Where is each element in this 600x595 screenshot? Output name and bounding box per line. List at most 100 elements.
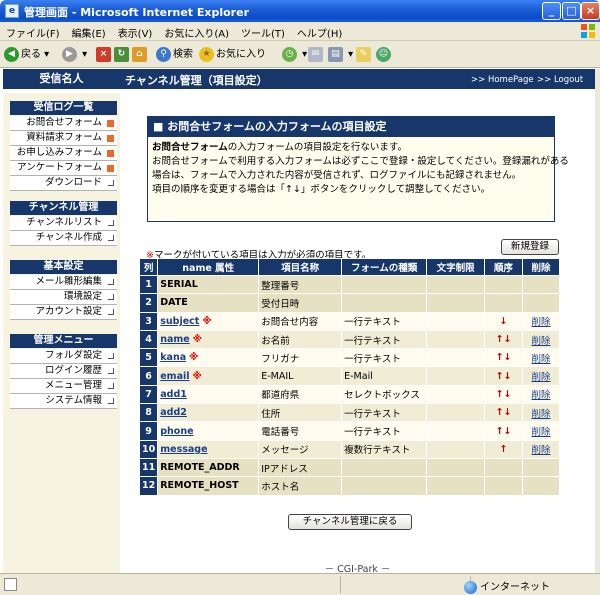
sidebar-section-title: 基本設定 xyxy=(10,260,117,274)
sidebar-item[interactable]: メニュー管理 xyxy=(10,379,117,394)
sidebar-item[interactable]: チャンネルリスト xyxy=(10,216,117,231)
page-status-icon xyxy=(4,578,17,591)
sidebar-item[interactable]: フォルダ設定 xyxy=(10,349,117,364)
delete-link[interactable]: 削除 xyxy=(531,390,550,401)
char-limit-cell xyxy=(426,457,486,478)
delete-link[interactable]: 削除 xyxy=(531,354,550,365)
field-name-link[interactable]: phone xyxy=(160,426,193,437)
required-mark: ※ xyxy=(189,352,199,364)
order-arrows[interactable]: ↑↓ xyxy=(484,421,523,441)
menu-view[interactable]: 表示(V) xyxy=(112,22,159,40)
sidebar-item[interactable]: ログイン履歴 xyxy=(10,364,117,379)
menu-file[interactable]: ファイル(F) xyxy=(0,22,66,40)
delete-link[interactable]: 削除 xyxy=(531,427,550,438)
row-number: 5 xyxy=(138,348,159,368)
order-arrows xyxy=(484,457,523,478)
sidebar-section: 基本設定メール雛形編集環境設定 アカウント設定 xyxy=(10,260,117,320)
items-table: 列 name 属性 項目名称 フォームの種類 文字制限 順序 削除 1 SERIA… xyxy=(138,258,560,496)
home-button[interactable]: ⌂ xyxy=(132,45,149,64)
sidebar-header: 受信名人 xyxy=(3,69,120,89)
edit-button[interactable]: ✎ xyxy=(356,45,373,64)
ie-app-icon: e xyxy=(5,4,19,18)
delete-link[interactable]: 削除 xyxy=(531,372,550,383)
messenger-button[interactable]: ☺ xyxy=(376,45,393,64)
print-button[interactable]: ▤ ▾ xyxy=(328,45,353,64)
stop-button[interactable]: × xyxy=(96,45,113,64)
back-button[interactable]: ◀ 戻る ▾ xyxy=(4,45,49,64)
row-number: 11 xyxy=(138,457,159,478)
field-name-link[interactable]: add1 xyxy=(160,389,187,400)
order-arrows[interactable]: ↓ xyxy=(484,311,523,331)
favorites-button[interactable]: ★ お気に入り xyxy=(199,45,266,64)
maximize-button[interactable]: □ xyxy=(562,2,581,20)
sidebar-item[interactable]: 環境設定 xyxy=(10,290,117,305)
logout-link[interactable]: >> Logout xyxy=(537,75,583,85)
field-label-cell: 都道府県 xyxy=(258,384,343,405)
char-limit-cell xyxy=(426,403,486,423)
sidebar-item-label: メニュー管理 xyxy=(44,380,102,391)
forward-button[interactable]: ▶ ▾ xyxy=(62,45,87,64)
table-row: 3 subject ※ お問合せ内容 一行テキスト ↓ 削除 xyxy=(138,311,560,331)
field-name-link[interactable]: subject xyxy=(160,316,199,327)
minimize-button[interactable]: _ xyxy=(542,2,561,20)
search-button[interactable]: ⚲ 検索 xyxy=(156,45,193,64)
order-arrows[interactable]: ↑↓ xyxy=(484,403,523,423)
delete-link[interactable]: 削除 xyxy=(531,317,550,328)
field-name-link[interactable]: message xyxy=(160,444,207,455)
delete-cell: 削除 xyxy=(522,329,560,350)
field-name-cell: add2 xyxy=(157,403,260,423)
order-arrows[interactable]: ↑↓ xyxy=(484,329,523,350)
row-number: 3 xyxy=(138,311,159,331)
refresh-button[interactable]: ↻ xyxy=(114,45,131,64)
delete-link[interactable]: 削除 xyxy=(531,336,550,347)
sidebar-item[interactable]: メール雛形編集 xyxy=(10,275,117,290)
table-row: 4 name ※ お名前 一行テキスト ↑↓ 削除 xyxy=(138,329,560,350)
sidebar-item[interactable]: 資料請求フォーム xyxy=(10,131,117,146)
back-to-channel-button[interactable]: チャンネル管理に戻る xyxy=(288,514,412,530)
new-registration-button[interactable]: 新規登録 xyxy=(501,239,559,255)
new-entry-marker-icon xyxy=(107,120,114,127)
delete-cell: 削除 xyxy=(522,403,560,423)
row-number: 6 xyxy=(138,366,159,386)
globe-icon xyxy=(464,580,477,594)
delete-cell xyxy=(522,476,560,496)
sidebar-section: 管理メニュー フォルダ設定 ログイン履歴 メニュー管理 システム情報 xyxy=(10,334,117,409)
menu-favorites[interactable]: お気に入り(A) xyxy=(158,22,235,40)
sidebar-item[interactable]: アンケートフォーム xyxy=(10,161,117,176)
sidebar-item[interactable]: お問合せフォーム xyxy=(10,116,117,131)
forward-arrow-icon: ▶ xyxy=(62,46,77,62)
field-name-text: REMOTE_ADDR xyxy=(160,462,240,474)
order-arrows[interactable]: ↑↓ xyxy=(484,384,523,405)
scrollbar[interactable] xyxy=(595,69,600,573)
menu-edit[interactable]: 編集(E) xyxy=(66,22,112,40)
order-arrows xyxy=(484,274,523,295)
security-zone: インターネット xyxy=(464,578,550,594)
history-button[interactable]: ◷ ▾ xyxy=(282,45,307,64)
order-arrows[interactable]: ↑↓ xyxy=(484,366,523,386)
delete-link[interactable]: 削除 xyxy=(531,445,550,456)
mail-button[interactable]: ✉ xyxy=(308,45,325,64)
sidebar-item[interactable]: お申し込みフォーム xyxy=(10,146,117,161)
close-button[interactable]: × xyxy=(581,2,600,20)
field-label-cell: フリガナ xyxy=(258,348,343,368)
field-name-link[interactable]: name xyxy=(160,334,190,345)
homepage-link[interactable]: >> HomePage xyxy=(471,75,534,85)
info-box-title: ■ お問合せフォームの入力フォームの項目設定 xyxy=(148,117,554,137)
field-label-cell: 受付日時 xyxy=(258,293,343,313)
order-arrows[interactable]: ↑↓ xyxy=(484,348,523,368)
window-titlebar[interactable]: e 管理画面 - Microsoft Internet Explorer _ □… xyxy=(0,0,600,22)
field-label-cell: メッセージ xyxy=(258,439,343,459)
field-name-link[interactable]: kana xyxy=(160,352,186,363)
delete-link[interactable]: 削除 xyxy=(531,409,550,420)
order-arrows[interactable]: ↑ xyxy=(484,439,523,459)
sidebar-item[interactable]: ダウンロード xyxy=(10,176,117,191)
sidebar-item[interactable]: チャンネル作成 xyxy=(10,231,117,246)
sidebar-item-label: メール雛形編集 xyxy=(35,276,102,287)
menu-tools[interactable]: ツール(T) xyxy=(235,22,291,40)
sidebar-item[interactable]: システム情報 xyxy=(10,394,117,409)
row-number: 4 xyxy=(138,329,159,350)
sidebar-item[interactable]: アカウント設定 xyxy=(10,305,117,320)
field-name-link[interactable]: add2 xyxy=(160,407,187,418)
field-name-link[interactable]: email xyxy=(160,371,189,382)
menu-help[interactable]: ヘルプ(H) xyxy=(291,22,348,40)
